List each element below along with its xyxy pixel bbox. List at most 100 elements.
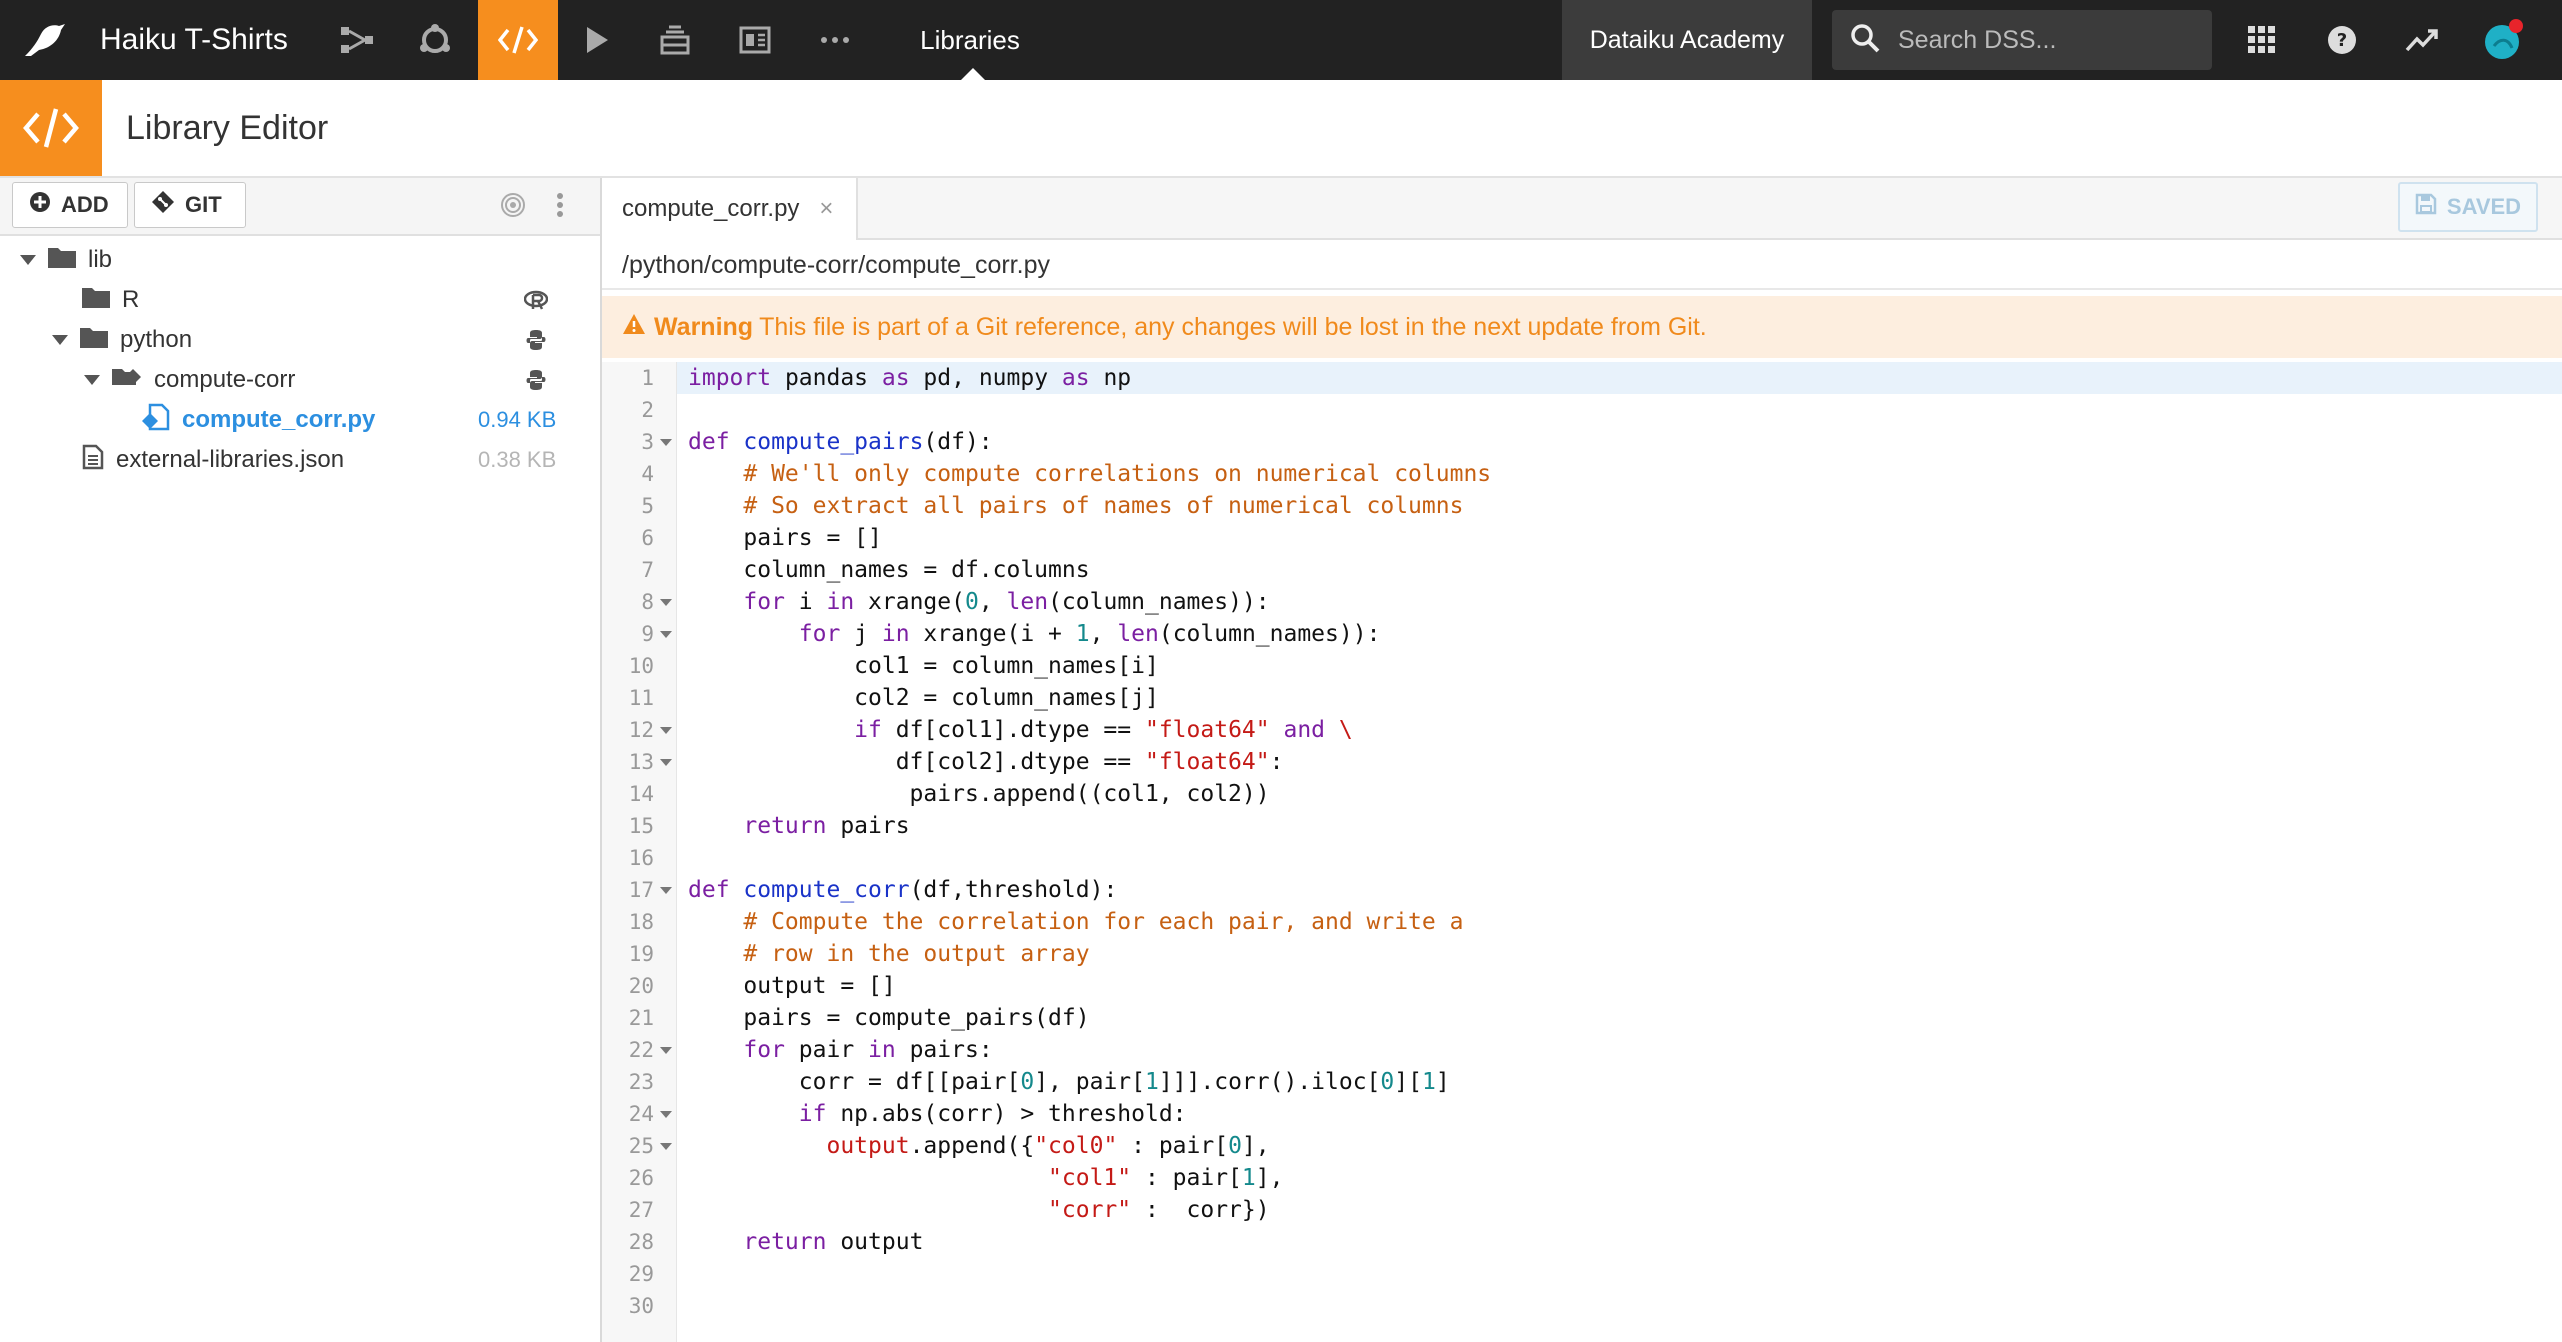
more-dots-icon[interactable] (796, 0, 874, 80)
code-line[interactable]: def compute_corr(df,threshold): (688, 874, 1117, 906)
code-line[interactable]: def compute_pairs(df): (688, 426, 993, 458)
line-number: 28 (628, 1230, 654, 1254)
tree-folder-python[interactable]: python (52, 320, 192, 360)
line-number: 18 (628, 910, 654, 934)
code-icon[interactable] (478, 0, 558, 80)
warning-label: Warning (654, 312, 754, 341)
code-line[interactable]: column_names = df.columns (688, 554, 1089, 586)
line-number: 17 (628, 878, 654, 902)
line-number: 1 (641, 366, 654, 390)
chevron-down-icon[interactable] (52, 335, 68, 345)
jobs-stack-icon[interactable] (636, 0, 714, 80)
code-line[interactable]: "corr" : corr}) (688, 1194, 1270, 1226)
file-icon (82, 444, 104, 477)
recipes-circle-icon[interactable] (396, 0, 474, 80)
line-number: 9 (641, 622, 654, 646)
git-button[interactable]: GIT (134, 182, 246, 228)
search-input[interactable] (1896, 24, 2200, 56)
line-number: 16 (628, 846, 654, 870)
code-line[interactable]: import pandas as pd, numpy as np (688, 362, 1131, 394)
tab-compute-corr-py[interactable]: compute_corr.py × (602, 178, 858, 240)
code-editor[interactable]: 1 2 3 4 5 6 7 8 9 10 11 12 13 14 15 16 17 18 19 20 21 22 23 24 2… (602, 362, 2562, 1342)
help-icon[interactable]: ? (2312, 0, 2372, 80)
fold-caret-icon[interactable] (660, 1047, 672, 1054)
code-line[interactable]: for j in xrange(i + 1, len(column_names)… (688, 618, 1381, 650)
fold-caret-icon[interactable] (660, 1143, 672, 1150)
code-line[interactable]: df[col2].dtype == "float64": (688, 746, 1284, 778)
user-avatar[interactable] (2476, 0, 2532, 80)
tree-folder-compute-corr[interactable]: compute-corr (84, 360, 295, 400)
line-number: 15 (628, 814, 654, 838)
line-number: 8 (641, 590, 654, 614)
flow-icon[interactable] (318, 0, 396, 80)
add-button[interactable]: ADD (12, 182, 128, 228)
file-path: /python/compute-corr/compute_corr.py (622, 251, 1050, 279)
code-line[interactable]: pairs = compute_pairs(df) (688, 1002, 1089, 1034)
saved-button-label: SAVED (2446, 194, 2522, 219)
fold-caret-icon[interactable] (660, 1111, 672, 1118)
code-line[interactable]: pairs = [] (688, 522, 882, 554)
warning-triangle-icon (622, 313, 646, 342)
run-play-icon[interactable] (558, 0, 636, 80)
line-number: 27 (628, 1198, 654, 1222)
folder-icon (48, 246, 76, 275)
line-number: 6 (641, 526, 654, 550)
chevron-down-icon[interactable] (84, 375, 100, 385)
dataiku-bird-logo-icon[interactable] (20, 0, 70, 80)
file-size: 0.94 KB (478, 407, 557, 432)
code-line[interactable]: # row in the output array (688, 938, 1089, 970)
fold-caret-icon[interactable] (660, 759, 672, 766)
chevron-down-icon[interactable] (20, 255, 36, 265)
code-line[interactable]: if df[col1].dtype == "float64" and \ (688, 714, 1353, 746)
line-number: 25 (628, 1134, 654, 1158)
line-number: 10 (628, 654, 654, 678)
code-line[interactable]: pairs.append((col1, col2)) (688, 778, 1270, 810)
plus-circle-icon (29, 191, 51, 219)
dataiku-academy-link[interactable]: Dataiku Academy (1562, 0, 1812, 80)
tree-item-label: compute-corr (154, 366, 296, 393)
line-number: 11 (628, 686, 654, 710)
apps-grid-icon[interactable] (2232, 0, 2292, 80)
activity-trend-icon[interactable] (2392, 0, 2452, 80)
saved-button[interactable]: SAVED (2398, 182, 2538, 232)
tree-folder-r[interactable]: R (82, 280, 139, 320)
code-line[interactable]: # Compute the correlation for each pair,… (688, 906, 1463, 938)
code-line[interactable]: col1 = column_names[i] (688, 650, 1159, 682)
code-line[interactable]: if np.abs(corr) > threshold: (688, 1098, 1187, 1130)
folder-icon (82, 286, 110, 315)
kebab-menu-icon[interactable] (556, 192, 564, 223)
add-button-label: ADD (61, 192, 109, 217)
tree-file-compute-corr-py[interactable]: compute_corr.py (142, 400, 375, 440)
line-number: 7 (641, 558, 654, 582)
search-box[interactable] (1832, 10, 2212, 70)
close-icon[interactable]: × (819, 195, 833, 223)
fold-caret-icon[interactable] (660, 631, 672, 638)
search-icon (1850, 23, 1880, 58)
code-line[interactable]: "col1" : pair[1], (688, 1162, 1283, 1194)
tree-file-external-libraries-json[interactable]: external-libraries.json (82, 440, 344, 480)
code-line[interactable]: for i in xrange(0, len(column_names)): (688, 586, 1269, 618)
tree-folder-lib[interactable]: lib (20, 240, 112, 280)
divider (602, 288, 2562, 290)
line-number: 24 (628, 1102, 654, 1126)
fold-caret-icon[interactable] (660, 439, 672, 446)
project-name[interactable]: Haiku T-Shirts (100, 0, 288, 80)
code-line[interactable]: corr = df[[pair[0], pair[1]]].corr().ilo… (688, 1066, 1450, 1098)
dashboard-icon[interactable] (716, 0, 794, 80)
target-locate-icon[interactable] (500, 192, 526, 223)
code-line[interactable]: for pair in pairs: (688, 1034, 992, 1066)
code-line[interactable]: # We'll only compute correlations on num… (688, 458, 1491, 490)
folder-icon (80, 326, 108, 355)
code-line[interactable]: output = [] (688, 970, 895, 1002)
fold-caret-icon[interactable] (660, 599, 672, 606)
fold-caret-icon[interactable] (660, 727, 672, 734)
code-line[interactable]: return pairs (688, 810, 909, 842)
library-file-tree-panel: ADD GIT lib R python compute-corr comput… (0, 178, 602, 1342)
code-line[interactable]: return output (688, 1226, 923, 1258)
code-line[interactable]: # So extract all pairs of names of numer… (688, 490, 1463, 522)
code-line[interactable]: output.append({"col0" : pair[0], (688, 1130, 1269, 1162)
code-line[interactable]: col2 = column_names[j] (688, 682, 1159, 714)
line-number: 26 (628, 1166, 654, 1190)
fold-caret-icon[interactable] (660, 887, 672, 894)
line-number: 29 (628, 1262, 654, 1286)
